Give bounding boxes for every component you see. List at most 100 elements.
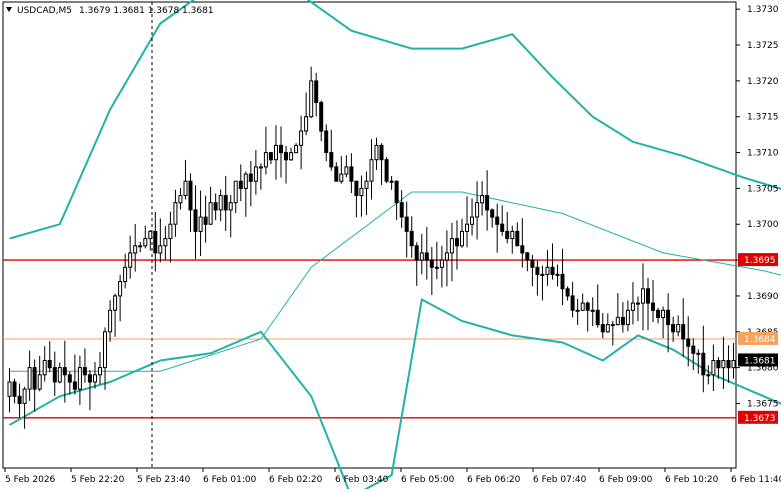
- candle-body: [83, 368, 86, 375]
- candle-body: [134, 246, 137, 253]
- candle-body: [445, 253, 448, 260]
- candle-body: [496, 217, 499, 224]
- hline-tag-0: 1.3695: [744, 256, 776, 266]
- candle-body: [320, 102, 323, 131]
- candle-body: [164, 239, 167, 246]
- candle-body: [672, 325, 675, 332]
- candle-body: [626, 310, 629, 324]
- candle-body: [727, 361, 730, 368]
- candle-body: [68, 375, 71, 382]
- candle-body: [239, 181, 242, 188]
- header-symbol: USDCAD,M5: [17, 6, 72, 16]
- candle-body: [551, 267, 554, 274]
- candle-body: [476, 203, 479, 217]
- candle-body: [94, 375, 97, 382]
- candle-body: [395, 181, 398, 203]
- x-tick-label: 6 Feb 01:00: [203, 475, 257, 485]
- candle-body: [295, 145, 298, 152]
- candle-body: [596, 310, 599, 324]
- candle-body: [315, 81, 318, 103]
- chart-area[interactable]: 1.37301.37251.37201.37151.37101.37051.37…: [0, 0, 781, 489]
- candle-body: [63, 368, 66, 375]
- candle-body: [179, 196, 182, 203]
- candle-body: [415, 246, 418, 260]
- candle-body: [199, 217, 202, 231]
- candle: [385, 157, 388, 183]
- candle-body: [511, 231, 514, 238]
- candle-body: [667, 310, 670, 324]
- candle-body: [269, 153, 272, 160]
- candle-body: [702, 353, 705, 375]
- candle-body: [78, 368, 81, 390]
- candle-body: [365, 181, 368, 188]
- candle-body: [405, 217, 408, 231]
- x-tick-label: 6 Feb 10:20: [665, 475, 719, 485]
- candle-body: [430, 260, 433, 267]
- candle-body: [697, 353, 700, 354]
- y-tick-label: 1.3710: [747, 149, 779, 159]
- x-tick-label: 5 Feb 23:40: [137, 475, 191, 485]
- candle-body: [456, 239, 459, 246]
- candle-body: [144, 239, 147, 246]
- candle-body: [561, 274, 564, 288]
- candle-body: [149, 231, 152, 238]
- x-tick-label: 6 Feb 09:00: [599, 475, 653, 485]
- candle-body: [481, 196, 484, 203]
- current-price-tag: 1.3681: [744, 356, 776, 366]
- hline-tag-2: 1.3684: [744, 335, 776, 345]
- candle-body: [556, 274, 559, 275]
- candle-body: [566, 289, 569, 296]
- candle-body: [647, 289, 650, 303]
- candle-body: [400, 203, 403, 217]
- y-tick-label: 1.3700: [747, 220, 779, 230]
- candle-body: [621, 317, 624, 324]
- candle-body: [425, 253, 428, 260]
- candle-body: [38, 375, 41, 389]
- candle-body: [99, 368, 102, 375]
- candle-body: [471, 217, 474, 224]
- candle-body: [410, 231, 413, 245]
- candle-body: [591, 310, 594, 311]
- candle-body: [109, 310, 112, 332]
- candle-body: [48, 361, 51, 368]
- candle-body: [310, 81, 313, 117]
- x-tick-label: 6 Feb 07:40: [533, 475, 587, 485]
- candle-body: [692, 346, 695, 353]
- candle-body: [58, 368, 61, 382]
- candle-body: [249, 174, 252, 181]
- candle-body: [662, 310, 665, 317]
- candle-body: [657, 310, 660, 317]
- candle-body: [380, 145, 383, 159]
- candle-body: [174, 203, 177, 225]
- candle-body: [43, 361, 46, 375]
- y-tick-label: 1.3720: [747, 77, 779, 87]
- candle-body: [259, 167, 262, 168]
- candle-body: [606, 325, 609, 332]
- candle-body: [114, 296, 117, 310]
- header-ohlc: 1.3679 1.3681 1.3678 1.3681: [79, 6, 214, 16]
- candle-body: [541, 274, 544, 275]
- candle-body: [360, 188, 363, 195]
- candle-body: [224, 196, 227, 210]
- candle-body: [139, 246, 142, 247]
- candle-body: [209, 203, 212, 225]
- candle-body: [682, 325, 685, 339]
- candle-body: [611, 325, 614, 326]
- candle-body: [370, 160, 373, 182]
- candle-body: [375, 145, 378, 159]
- chart-background: [0, 0, 781, 489]
- candle-body: [637, 303, 640, 304]
- candle-body: [491, 210, 494, 217]
- candle-body: [486, 196, 489, 210]
- y-tick-label: 1.3715: [747, 113, 779, 123]
- candle-body: [450, 239, 453, 253]
- candle-body: [571, 296, 574, 310]
- candle-body: [350, 167, 353, 181]
- candle-body: [385, 160, 388, 182]
- candle-body: [355, 181, 358, 195]
- candle-body: [264, 153, 267, 167]
- candle-body: [616, 317, 619, 324]
- candle-body: [506, 231, 509, 238]
- y-tick-label: 1.3705: [747, 184, 779, 194]
- candle-body: [722, 361, 725, 368]
